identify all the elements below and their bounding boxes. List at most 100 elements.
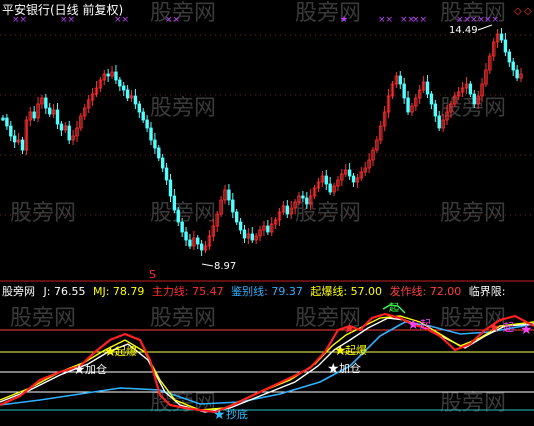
x-signal-icon: ×× bbox=[470, 15, 485, 25]
candle-body[interactable] bbox=[433, 103, 438, 117]
candle-body[interactable] bbox=[153, 139, 157, 149]
indicator-mj: MJ: 78.79 bbox=[92, 285, 145, 298]
candle-body[interactable] bbox=[164, 167, 169, 181]
fuqi-label-2: 起 bbox=[503, 321, 514, 334]
jiacang-label-2: 加仓 bbox=[339, 361, 361, 375]
candle-body[interactable] bbox=[305, 197, 309, 205]
watermark-text: 股旁网 bbox=[440, 391, 506, 416]
candle-body[interactable] bbox=[351, 175, 356, 183]
candle-body[interactable] bbox=[141, 111, 145, 121]
candle-body[interactable] bbox=[176, 209, 180, 223]
candle-body[interactable] bbox=[125, 89, 130, 99]
indicator-fazuo: 发作线: 72.00 bbox=[389, 285, 462, 298]
candle-body[interactable] bbox=[227, 189, 231, 201]
candle-body[interactable] bbox=[503, 39, 508, 53]
candle-body[interactable] bbox=[106, 73, 110, 77]
candle-body[interactable] bbox=[301, 195, 305, 199]
candle-body[interactable] bbox=[199, 243, 204, 251]
x-signal-icon: ×× bbox=[378, 15, 393, 25]
candle-body[interactable] bbox=[67, 125, 71, 141]
candle-body[interactable] bbox=[266, 225, 270, 233]
watermark-text: 股旁网 bbox=[440, 201, 506, 226]
candle-body[interactable] bbox=[507, 51, 512, 63]
candle-body[interactable] bbox=[402, 83, 406, 99]
candle-body[interactable] bbox=[242, 229, 247, 239]
candle-body[interactable] bbox=[59, 123, 64, 131]
indicator-main-force: 主力线: 75.47 bbox=[151, 285, 224, 298]
jiacang-star-icon-2: ★ bbox=[327, 361, 340, 377]
candle-body[interactable] bbox=[5, 117, 9, 127]
x-signal-icon: ×× bbox=[484, 15, 499, 25]
scroll-diamond-icon-2[interactable]: ◇ bbox=[524, 6, 532, 17]
fazuo-star-icon: ★ bbox=[343, 321, 356, 337]
watermark-layer: 股旁网 股旁网 股旁网股旁网 股旁网股旁网 股旁网 股旁网 股旁网股旁网 股旁网 股旁网 股旁网股… bbox=[10, 1, 506, 416]
candle-body[interactable] bbox=[429, 93, 434, 105]
x-signal-icon: ★ bbox=[340, 15, 348, 25]
candle-body[interactable] bbox=[250, 233, 254, 241]
candle-body[interactable] bbox=[472, 93, 476, 105]
candle-body[interactable] bbox=[9, 125, 13, 137]
candle-body[interactable] bbox=[406, 97, 410, 113]
scroll-diamond-icon[interactable]: ◇ bbox=[514, 6, 522, 17]
candle-body[interactable] bbox=[196, 237, 200, 245]
candle-body[interactable] bbox=[324, 175, 328, 185]
candle-body[interactable] bbox=[285, 205, 290, 215]
qibao-label-1: 起爆 bbox=[115, 344, 137, 358]
candle-body[interactable] bbox=[149, 127, 153, 141]
candle-body[interactable] bbox=[398, 75, 402, 85]
candle-body[interactable] bbox=[44, 97, 48, 109]
indicator-qibao: 起爆线: 57.00 bbox=[310, 285, 383, 298]
indicator-info-bar: 股旁网 J: 76.55 MJ: 78.79 主力线: 75.47 鉴别线: 7… bbox=[0, 283, 534, 299]
candle-body[interactable] bbox=[168, 179, 173, 197]
candle-body[interactable] bbox=[515, 69, 519, 79]
candle-body[interactable] bbox=[48, 107, 52, 115]
watermark-text: 股旁网 bbox=[10, 306, 76, 331]
candle-body[interactable] bbox=[180, 221, 184, 233]
price-grid bbox=[0, 34, 534, 216]
indicator-critical: 临界限: bbox=[468, 285, 506, 298]
candle-body[interactable] bbox=[32, 111, 36, 119]
candle-body[interactable] bbox=[347, 169, 352, 177]
watermark-text: 股旁网 bbox=[295, 1, 361, 26]
candle-body[interactable] bbox=[328, 183, 332, 193]
watermark-text: 股旁网 bbox=[150, 306, 216, 331]
candle-body[interactable] bbox=[468, 83, 473, 95]
candle-body[interactable] bbox=[118, 79, 122, 87]
candle-body[interactable] bbox=[133, 95, 138, 105]
chart-title: 平安银行(日线 前复权) bbox=[2, 2, 123, 17]
chaodi-label: 抄底 bbox=[226, 407, 248, 421]
candle-body[interactable] bbox=[20, 139, 25, 151]
magenta-star-icon: ★ bbox=[407, 317, 420, 333]
x-signal-icon: ×× bbox=[456, 15, 471, 25]
fazuo-star-icon-2: ★ bbox=[488, 320, 501, 336]
candle-body[interactable] bbox=[55, 109, 60, 125]
watermark-text: 股旁网 bbox=[150, 1, 216, 26]
candle-body[interactable] bbox=[122, 85, 126, 91]
watermark-text: 股旁网 bbox=[150, 96, 216, 121]
candle-body[interactable] bbox=[137, 103, 142, 113]
candle-body[interactable] bbox=[511, 61, 515, 71]
candle-body[interactable] bbox=[1, 117, 5, 121]
candle-body[interactable] bbox=[160, 157, 165, 169]
high-price-label: 14.49 bbox=[449, 25, 478, 36]
candle-body[interactable] bbox=[145, 119, 149, 129]
candle-body[interactable] bbox=[437, 115, 441, 129]
candle-body[interactable] bbox=[157, 147, 161, 159]
candle-body[interactable] bbox=[12, 135, 17, 143]
candle-body[interactable] bbox=[499, 33, 504, 41]
sell-signal-icon: S bbox=[149, 268, 156, 281]
candle-body[interactable] bbox=[188, 239, 192, 247]
candle-body[interactable] bbox=[172, 195, 177, 211]
candle-body[interactable] bbox=[234, 211, 239, 223]
indicator-panel-name: 股旁网 bbox=[2, 285, 35, 298]
candle-body[interactable] bbox=[184, 231, 188, 241]
candle-body[interactable] bbox=[425, 81, 430, 95]
low-price-label: 8.97 bbox=[214, 261, 236, 272]
watermark-text: 股旁网 bbox=[295, 201, 361, 226]
low-pointer bbox=[201, 263, 214, 267]
candle-body[interactable] bbox=[231, 199, 235, 213]
x-signal-icon: ×× bbox=[412, 15, 427, 25]
chart-canvas[interactable]: 股旁网 股旁网 股旁网股旁网 股旁网股旁网 股旁网 股旁网 股旁网股旁网 股旁网 股旁网 股旁网股… bbox=[0, 0, 534, 426]
candle-body[interactable] bbox=[238, 221, 243, 231]
candle-body[interactable] bbox=[114, 71, 118, 81]
